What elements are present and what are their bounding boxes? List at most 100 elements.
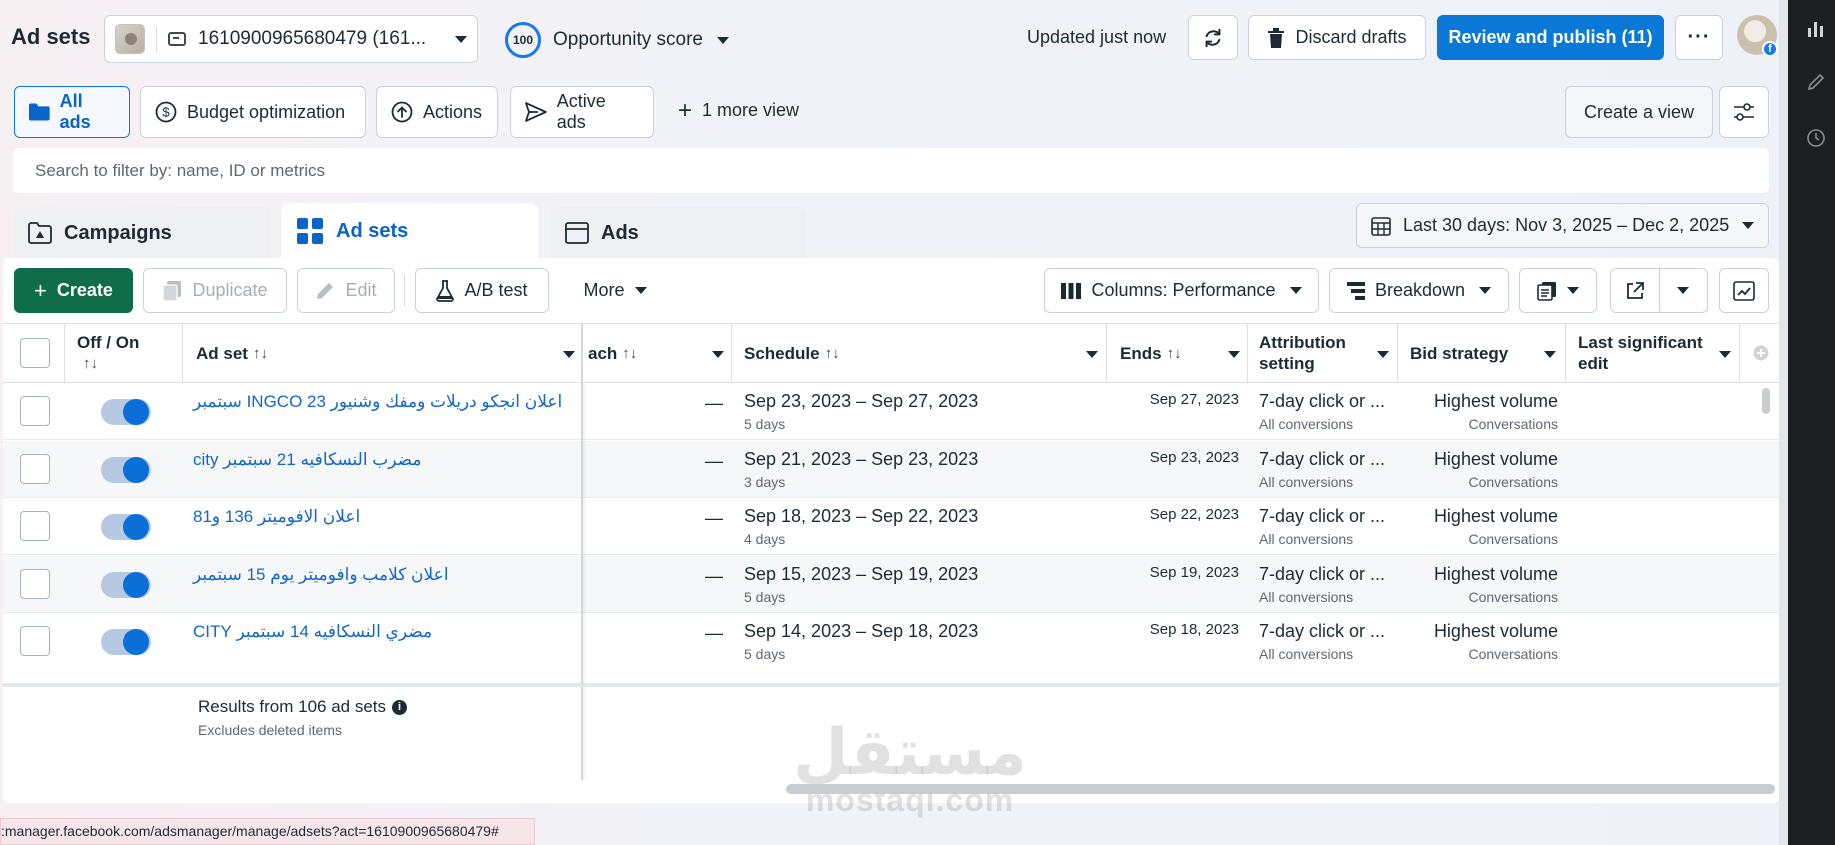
row-checkbox[interactable]: [20, 511, 50, 541]
refresh-button[interactable]: [1188, 15, 1238, 60]
ad-set-name-link[interactable]: مضري النسكافيه 14 سبتمبر CITY: [193, 622, 432, 642]
delivery-toggle[interactable]: [101, 399, 151, 425]
checkbox[interactable]: [20, 453, 50, 484]
checkbox[interactable]: [20, 511, 50, 541]
pencil-icon[interactable]: [1806, 72, 1826, 92]
checkbox[interactable]: [20, 338, 50, 368]
select-all-checkbox[interactable]: [20, 324, 50, 382]
attribution-sub: All conversions: [1259, 416, 1354, 432]
checkbox[interactable]: [20, 626, 50, 656]
horizontal-scrollbar[interactable]: [786, 784, 1775, 794]
attribution-setting: 7-day click or ...: [1259, 391, 1386, 411]
table-row[interactable]: مضري النسكافيه 14 سبتمبر CITY — Sep 14, 20…: [3, 613, 1779, 670]
ad-set-name-link[interactable]: اعلان الافوميتر 136 و81: [193, 507, 360, 527]
table-row[interactable]: مضرب النسكافيه 21 سبتمبر city — Sep 21, 20…: [3, 440, 1779, 498]
breakdown-button[interactable]: Breakdown: [1329, 268, 1509, 313]
chevron-down-icon[interactable]: [712, 351, 724, 358]
row-checkbox[interactable]: [20, 396, 50, 426]
clock-icon[interactable]: [1806, 128, 1826, 148]
ad-set-name-link[interactable]: اعلان كلامب وافوميتر يوم 15 سبتمبر: [193, 565, 449, 585]
header-bid-strategy[interactable]: Bid strategy: [1410, 324, 1508, 382]
more-actions-button[interactable]: More: [570, 268, 660, 313]
table-row[interactable]: اعلان الافوميتر 136 و81 — Sep 18, 2023 – S…: [3, 498, 1779, 555]
header-schedule[interactable]: Schedule ↑↓: [744, 324, 840, 382]
row-checkbox[interactable]: [20, 453, 50, 484]
bid-strategy: Highest volume: [1433, 563, 1558, 584]
chevron-down-icon[interactable]: [563, 351, 575, 358]
more-options-button[interactable]: ···: [1675, 15, 1723, 60]
ad-account-icon: [168, 32, 186, 46]
attribution-setting: 7-day click or ...: [1259, 563, 1386, 584]
discard-drafts-label: Discard drafts: [1295, 27, 1407, 47]
delivery-toggle[interactable]: [101, 514, 151, 540]
charts-button[interactable]: [1719, 268, 1769, 313]
view-active-ads-label: Active ads: [556, 91, 606, 132]
ab-test-button[interactable]: A/B test: [415, 268, 549, 313]
chevron-down-icon[interactable]: [1377, 351, 1389, 358]
bar-chart-icon[interactable]: [1806, 18, 1826, 38]
chevron-down-icon: [1479, 287, 1492, 294]
chevron-down-icon[interactable]: [1228, 351, 1240, 358]
export-button[interactable]: [1610, 268, 1708, 313]
header-off-on[interactable]: Off / On ↑↓: [77, 324, 139, 382]
vertical-scrollbar[interactable]: [1762, 388, 1770, 414]
checkbox[interactable]: [20, 396, 50, 426]
delivery-toggle[interactable]: [101, 629, 151, 655]
create-button[interactable]: + Create: [14, 268, 133, 313]
edit-button[interactable]: Edit: [297, 268, 395, 313]
chevron-down-icon[interactable]: [1544, 351, 1556, 358]
header-schedule-label: Schedule: [744, 343, 820, 363]
account-selector[interactable]: 1610900965680479 (161...: [104, 15, 478, 63]
duplicate-button[interactable]: Duplicate: [143, 268, 287, 313]
columns-icon: [1061, 282, 1082, 299]
chevron-down-icon: [634, 287, 647, 294]
view-all-ads[interactable]: All ads: [14, 86, 130, 138]
customize-views-button[interactable]: [1719, 86, 1769, 138]
more-views-button[interactable]: + 1 more view: [678, 98, 799, 122]
header-last-edit[interactable]: Last significant edit: [1578, 324, 1703, 382]
dollar-circle-icon: $: [155, 101, 177, 123]
info-icon[interactable]: i: [392, 699, 408, 715]
chevron-down-icon[interactable]: [1719, 351, 1731, 358]
view-active-ads[interactable]: Active ads: [510, 86, 654, 138]
columns-button[interactable]: Columns: Performance: [1044, 268, 1319, 313]
row-checkbox[interactable]: [20, 568, 50, 599]
tab-ad-sets[interactable]: Ad sets: [281, 203, 538, 259]
chevron-down-icon: [716, 36, 729, 44]
view-actions[interactable]: Actions: [376, 86, 498, 138]
ad-set-name-link[interactable]: اعلان انجكو دريلات ومفك وشنيور INGCO 23 …: [193, 392, 562, 412]
ad-set-name-link[interactable]: مضرب النسكافيه 21 سبتمبر city: [193, 450, 422, 470]
view-budget-optimization[interactable]: $ Budget optimization: [140, 86, 366, 138]
campaign-folder-icon: [28, 222, 52, 244]
opportunity-score[interactable]: 100 Opportunity score: [505, 22, 729, 58]
bid-strategy-sub: Conversations: [1468, 531, 1559, 547]
table-row[interactable]: اعلان انجكو دريلات ومفك وشنيور INGCO 23 …: [3, 383, 1779, 440]
bid-strategy-sub: Conversations: [1468, 646, 1559, 662]
delivery-toggle[interactable]: [101, 571, 151, 598]
delivery-toggle[interactable]: [101, 456, 151, 483]
ads-manager-app: Ad sets 1610900965680479 (161... 100 Opp…: [0, 0, 1788, 845]
discard-drafts-button[interactable]: Discard drafts: [1248, 15, 1426, 60]
tab-ads-label: Ads: [601, 221, 639, 244]
review-publish-button[interactable]: Review and publish (11): [1437, 15, 1664, 60]
search-input[interactable]: Search to filter by: name, ID or metrics: [13, 148, 1769, 193]
attribution-setting: 7-day click or ...: [1259, 506, 1386, 526]
tab-campaigns[interactable]: Campaigns: [13, 207, 271, 259]
row-checkbox[interactable]: [20, 626, 50, 656]
bid-strategy-sub: Conversations: [1468, 588, 1559, 605]
create-view-button[interactable]: Create a view: [1565, 86, 1713, 138]
chevron-down-icon[interactable]: [1086, 351, 1098, 358]
add-column-button[interactable]: [1753, 324, 1769, 382]
header-reach[interactable]: ach ↑↓: [588, 324, 637, 382]
header-ad-set[interactable]: Ad set ↑↓: [196, 324, 268, 382]
table-row[interactable]: اعلان كلامب وافوميتر يوم 15 سبتمبر — Sep 1…: [3, 555, 1779, 613]
breakdown-label: Breakdown: [1374, 280, 1466, 300]
schedule-duration: 5 days: [744, 646, 786, 662]
checkbox[interactable]: [20, 568, 50, 599]
columns-label: Columns: Performance: [1091, 280, 1276, 300]
tab-ads[interactable]: Ads: [550, 207, 806, 259]
header-attribution[interactable]: Attribution setting: [1259, 324, 1346, 382]
reports-button[interactable]: [1519, 268, 1597, 313]
header-ends[interactable]: Ends ↑↓: [1120, 324, 1182, 382]
date-range-picker[interactable]: Last 30 days: Nov 3, 2025 – Dec 2, 2025: [1356, 203, 1769, 248]
